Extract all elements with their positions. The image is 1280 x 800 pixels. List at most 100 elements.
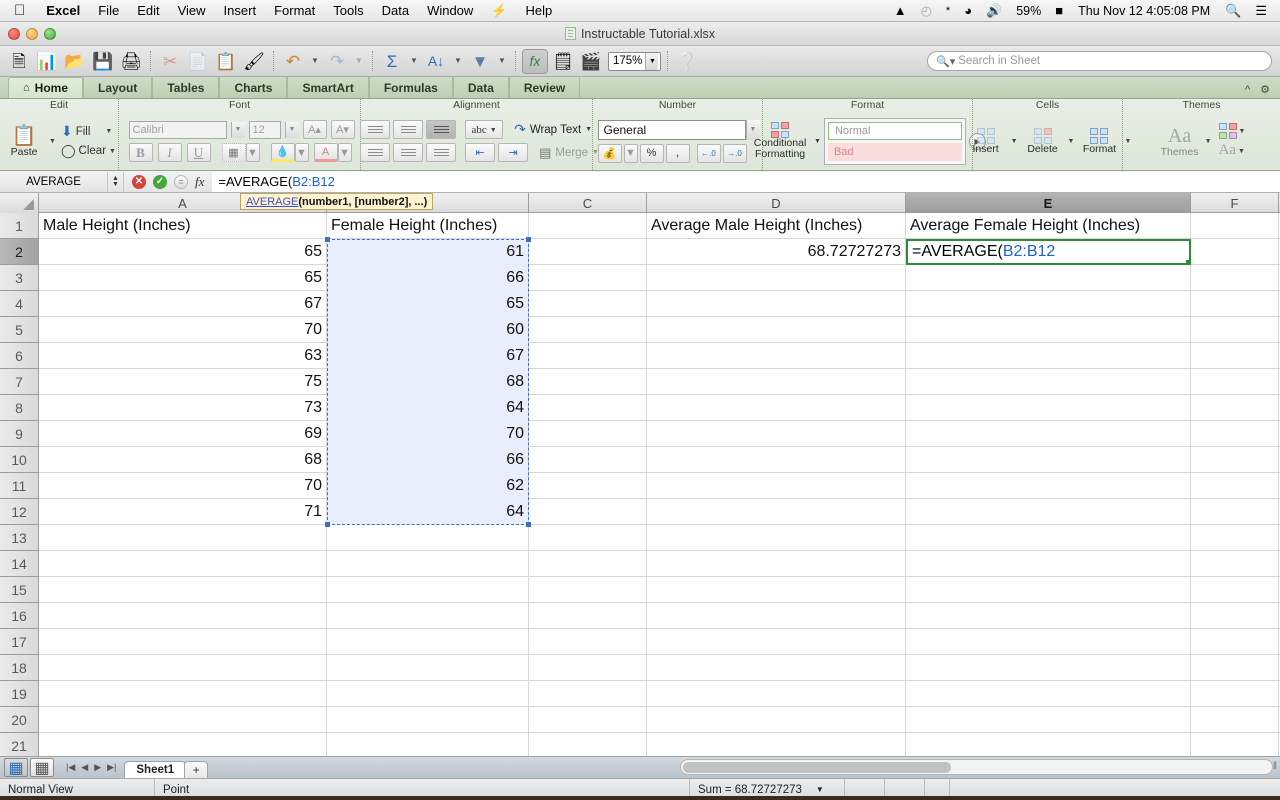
row-header-6[interactable]: 6 [0,343,39,369]
cell-B21[interactable] [327,733,529,756]
align-right-button[interactable] [426,143,457,162]
cell-C17[interactable] [529,629,647,655]
wifi-icon[interactable]: ◕ [957,3,979,18]
style-bad[interactable]: Bad [827,142,962,161]
style-normal[interactable]: Normal [827,121,962,140]
number-format-field[interactable]: General [597,119,746,140]
cell-E6[interactable] [906,343,1191,369]
redo-button[interactable]: ↷ [324,49,350,74]
cell-E20[interactable] [906,707,1191,733]
menu-tools[interactable]: Tools [324,3,372,18]
zoom-control[interactable]: 175% ▼ [608,51,662,71]
borders-dropdown-arrow[interactable]: ▼ [245,143,260,162]
cell-C1[interactable] [529,213,647,239]
tooltip-function-name[interactable]: AVERAGE [246,196,298,208]
cell-A2[interactable]: 65 [39,239,327,265]
cell-A9[interactable]: 69 [39,421,327,447]
cell-F5[interactable] [1191,317,1279,343]
row-header-19[interactable]: 19 [0,681,39,707]
cell-D10[interactable] [647,447,906,473]
row-header-1[interactable]: 1 [0,213,39,239]
conditional-formatting-button[interactable]: Conditional Formatting [749,122,811,160]
orientation-button[interactable]: abc ▼ [465,120,504,139]
cell-C14[interactable] [529,551,647,577]
menu-edit[interactable]: Edit [128,3,168,18]
cell-C18[interactable] [529,655,647,681]
cell-D12[interactable] [647,499,906,525]
row-header-8[interactable]: 8 [0,395,39,421]
cell-B12[interactable]: 64 [327,499,529,525]
cell-B5[interactable]: 60 [327,317,529,343]
cell-F14[interactable] [1191,551,1279,577]
cell-C21[interactable] [529,733,647,756]
cell-F12[interactable] [1191,499,1279,525]
cell-E12[interactable] [906,499,1191,525]
cell-E21[interactable] [906,733,1191,756]
filter-dropdown-arrow[interactable]: ▼ [495,49,509,74]
clear-dropdown-arrow[interactable]: ▼ [109,148,116,155]
battery-percent[interactable]: 59% [1009,4,1048,18]
cell-A21[interactable] [39,733,327,756]
tab-layout[interactable]: Layout [83,77,153,98]
drive-icon[interactable]: ▲ [887,3,914,18]
delete-dropdown-arrow[interactable]: ▼ [1068,138,1075,145]
sort-button[interactable]: A↓ [423,49,449,74]
cell-D14[interactable] [647,551,906,577]
menu-file[interactable]: File [89,3,128,18]
currency-dropdown-arrow[interactable]: ▼ [623,143,638,163]
add-sheet-button[interactable]: + [184,760,209,779]
name-box[interactable]: AVERAGE [0,171,108,192]
cell-E18[interactable] [906,655,1191,681]
increase-decimal-button[interactable]: ←.0 [696,143,721,163]
tab-data[interactable]: Data [452,77,509,98]
align-middle-button[interactable] [393,120,424,139]
cell-F9[interactable] [1191,421,1279,447]
themes-button[interactable]: Aa Themes [1158,125,1202,158]
cell-C9[interactable] [529,421,647,447]
resize-grip[interactable]: ‖ [1273,761,1277,772]
theme-fonts-icon[interactable]: Aa [1219,142,1237,159]
cell-B20[interactable] [327,707,529,733]
cell-A20[interactable] [39,707,327,733]
nav-first-sheet-button[interactable]: |◀ [66,762,75,773]
cell-C16[interactable] [529,603,647,629]
theme-fonts-dropdown-arrow[interactable]: ▼ [1238,147,1245,155]
decrease-indent-button[interactable]: ⇤ [465,143,496,162]
cell-A19[interactable] [39,681,327,707]
cell-E8[interactable] [906,395,1191,421]
cell-F15[interactable] [1191,577,1279,603]
cell-A1[interactable]: Male Height (Inches) [39,213,327,239]
percent-style-button[interactable]: % [639,143,664,163]
cell-D3[interactable] [647,265,906,291]
horizontal-scrollbar-thumb[interactable] [683,762,951,773]
menu-view[interactable]: View [169,3,215,18]
undo-dropdown-arrow[interactable]: ▼ [308,49,322,74]
cell-C20[interactable] [529,707,647,733]
tab-home[interactable]: ⌂ Home [8,77,83,98]
cell-B16[interactable] [327,603,529,629]
cell-F18[interactable] [1191,655,1279,681]
cell-E9[interactable] [906,421,1191,447]
cell-C12[interactable] [529,499,647,525]
insert-cells-button[interactable]: Insert [964,127,1008,155]
redo-dropdown-arrow[interactable]: ▼ [352,49,366,74]
cell-B19[interactable] [327,681,529,707]
cell-C7[interactable] [529,369,647,395]
column-header-d[interactable]: D [647,193,906,213]
column-header-f[interactable]: F [1191,193,1279,213]
autosum-dropdown-arrow[interactable]: ▼ [407,49,421,74]
row-header-15[interactable]: 15 [0,577,39,603]
cell-C8[interactable] [529,395,647,421]
tab-charts[interactable]: Charts [219,77,288,98]
bluetooth-icon[interactable]: * [939,5,957,17]
sheet-tab-sheet1[interactable]: Sheet1 [124,760,187,779]
font-family-dropdown-arrow[interactable]: ▼ [230,121,245,138]
fill-color-dropdown-arrow[interactable]: ▼ [294,143,309,162]
chevron-down-icon[interactable]: ▼ [816,785,824,794]
timemachine-icon[interactable]: ◴ [914,3,939,19]
cell-A12[interactable]: 71 [39,499,327,525]
font-color-icon[interactable]: A [313,143,338,162]
copy-button[interactable]: 📄 [185,49,211,74]
cell-A15[interactable] [39,577,327,603]
active-cell-editor[interactable]: =AVERAGE(B2:B12 [906,239,1191,265]
